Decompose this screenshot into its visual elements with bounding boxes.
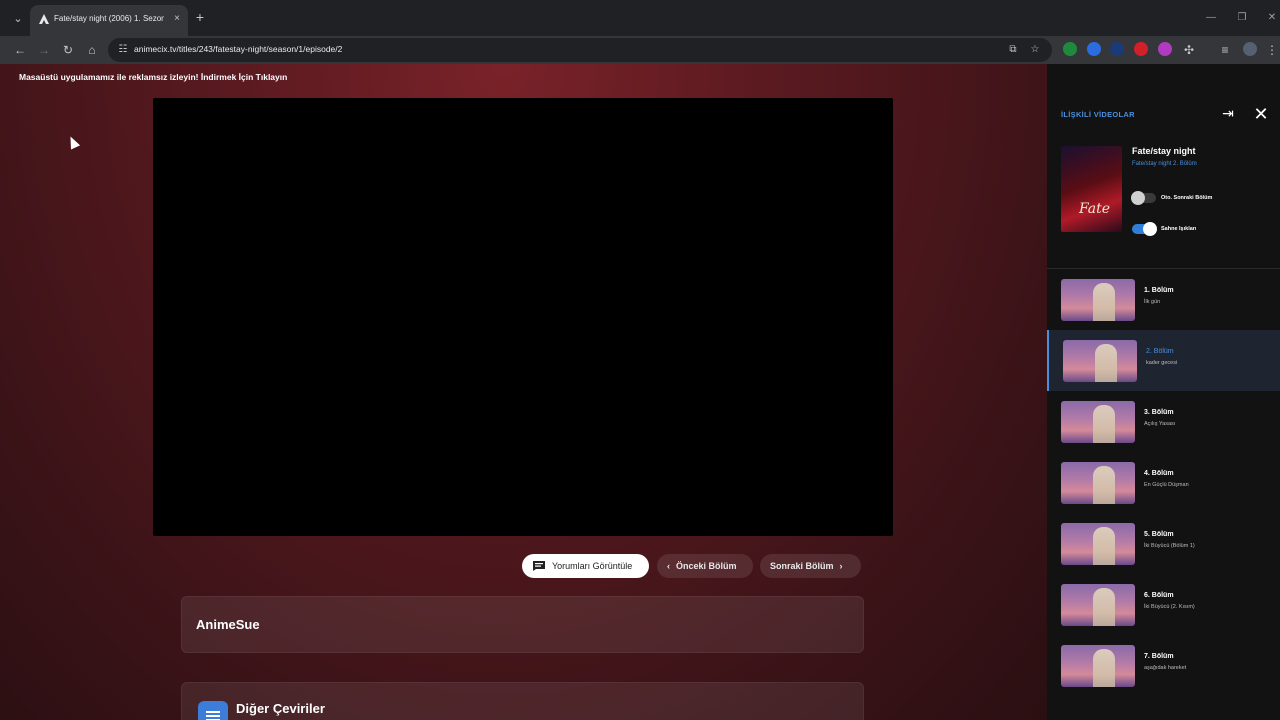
translations-icon	[198, 701, 228, 720]
fansub-card[interactable]: AnimeSue	[181, 596, 864, 653]
extension-icon[interactable]	[1063, 42, 1077, 56]
browser-tabbar: ⌄ Fate/stay night (2006) 1. Sezon × + — …	[0, 0, 1280, 36]
home-icon[interactable]: ⌂	[82, 40, 102, 60]
install-app-icon[interactable]: ⧉	[1006, 43, 1020, 57]
episode-thumbnail	[1061, 279, 1135, 321]
episode-subtitle: İlk gün	[1144, 299, 1161, 305]
episode-thumbnail	[1061, 645, 1135, 687]
poster-logo-text: Fate	[1079, 201, 1111, 217]
restore-icon[interactable]: ❐	[1234, 10, 1250, 26]
show-poster: Fate	[1061, 146, 1122, 232]
episode-thumbnail	[1061, 523, 1135, 565]
profile-avatar[interactable]	[1243, 42, 1257, 56]
episode-thumbnail	[1061, 462, 1135, 504]
other-translations-title: Diğer Çeviriler	[236, 701, 325, 716]
episode-subtitle: Açılış Yasası	[1144, 421, 1176, 427]
episode-item[interactable]: 7. Bölüm aşağıdak hareket	[1047, 635, 1280, 696]
scene-lights-toggle[interactable]	[1132, 222, 1157, 236]
episode-title: 6. Bölüm	[1144, 592, 1174, 599]
url-text: animecix.tv/titles/243/fatestay-night/se…	[134, 44, 343, 54]
next-episode-button[interactable]: Sonraki Bölüm ›	[760, 554, 861, 578]
episode-title: 5. Bölüm	[1144, 531, 1174, 538]
browser-tab[interactable]: Fate/stay night (2006) 1. Sezon ×	[30, 5, 188, 36]
chevron-left-icon: ‹	[667, 561, 670, 571]
episode-thumbnail	[1061, 401, 1135, 443]
extensions-puzzle-icon[interactable]: ✣	[1179, 40, 1199, 60]
menu-icon[interactable]: ⋮	[1262, 40, 1280, 60]
toggle-knob	[1131, 191, 1145, 205]
episode-subtitle: kader gecesi	[1146, 360, 1178, 366]
extension-icon[interactable]	[1134, 42, 1148, 56]
other-translations-card[interactable]: Diğer Çeviriler	[181, 682, 864, 720]
address-bar[interactable]: ☷ animecix.tv/titles/243/fatestay-night/…	[108, 38, 1052, 62]
episode-item[interactable]: 6. Bölüm İki Büyücü (2. Kısım)	[1047, 574, 1280, 635]
chevron-right-icon: ›	[839, 561, 843, 571]
desktop-app-promo-link[interactable]: Masaüstü uygulamamız ile reklamsız izley…	[19, 72, 287, 82]
episode-subtitle: İki Büyücü (2. Kısım)	[1144, 604, 1195, 610]
view-comments-button[interactable]: Yorumları Görüntüle	[522, 554, 649, 578]
extension-icon[interactable]	[1110, 42, 1124, 56]
view-comments-label: Yorumları Görüntüle	[552, 561, 633, 571]
forward-icon[interactable]: →	[34, 40, 54, 60]
autoplay-next-label: Oto. Sonraki Bölüm	[1161, 195, 1213, 201]
show-subtitle: Fate/stay night 2. Bölüm	[1132, 161, 1197, 167]
episode-title: 3. Bölüm	[1144, 409, 1174, 416]
episode-subtitle: İki Büyücü (Bölüm 1)	[1144, 543, 1195, 549]
episode-title: 4. Bölüm	[1144, 470, 1174, 477]
site-settings-icon[interactable]: ☷	[116, 43, 130, 57]
autoplay-next-toggle[interactable]	[1131, 191, 1156, 205]
video-player[interactable]	[153, 98, 893, 536]
back-icon[interactable]: ←	[10, 40, 30, 60]
episode-item[interactable]: 1. Bölüm İlk gün	[1047, 269, 1280, 330]
tab-close-icon[interactable]: ×	[170, 12, 184, 26]
tab-title: Fate/stay night (2006) 1. Sezon	[54, 14, 164, 23]
close-sidebar-icon[interactable]: ✕	[1251, 104, 1271, 124]
bookmark-star-icon[interactable]: ☆	[1028, 43, 1042, 57]
scene-lights-label: Sahne Işıkları	[1161, 226, 1197, 232]
episode-item[interactable]: 3. Bölüm Açılış Yasası	[1047, 391, 1280, 452]
new-tab-button[interactable]: +	[192, 9, 208, 25]
episode-item[interactable]: 4. Bölüm En Güçlü Düşman	[1047, 452, 1280, 513]
episode-title: 1. Bölüm	[1144, 287, 1174, 294]
episode-item[interactable]: 5. Bölüm İki Büyücü (Bölüm 1)	[1047, 513, 1280, 574]
sidebar-header: İLİŞKİLİ VİDEOLAR	[1061, 110, 1135, 119]
browser-toolbar: ← → ↻ ⌂ ☷ animecix.tv/titles/243/fatesta…	[0, 36, 1280, 64]
comment-icon	[533, 561, 545, 571]
show-title: Fate/stay night	[1132, 146, 1196, 156]
window-close-icon[interactable]: ✕	[1264, 10, 1280, 26]
episode-thumbnail	[1063, 340, 1137, 382]
episode-subtitle: aşağıdak hareket	[1144, 665, 1187, 671]
episode-item-active[interactable]: 2. Bölüm kader gecesi	[1047, 330, 1280, 391]
episode-subtitle: En Güçlü Düşman	[1144, 482, 1189, 488]
tab-search-icon[interactable]: ⌄	[8, 8, 28, 28]
minimize-icon[interactable]: —	[1203, 10, 1219, 26]
mouse-cursor-icon	[65, 134, 81, 150]
next-episode-label: Sonraki Bölüm	[770, 561, 834, 571]
media-control-icon[interactable]: ≡	[1215, 40, 1235, 60]
episode-thumbnail	[1061, 584, 1135, 626]
related-videos-sidebar: İLİŞKİLİ VİDEOLAR ⇥ ✕ Fate Fate/stay nig…	[1047, 64, 1280, 720]
reload-icon[interactable]: ↻	[58, 40, 78, 60]
fansub-name: AnimeSue	[196, 617, 260, 632]
collapse-sidebar-icon[interactable]: ⇥	[1219, 104, 1237, 122]
page-content: Masaüstü uygulamamız ile reklamsız izley…	[0, 64, 1047, 720]
extension-icon[interactable]	[1158, 42, 1172, 56]
previous-episode-button[interactable]: ‹ Önceki Bölüm	[657, 554, 753, 578]
site-favicon-icon	[39, 14, 49, 24]
toggle-knob	[1143, 222, 1157, 236]
episode-title: 7. Bölüm	[1144, 653, 1174, 660]
extension-icon[interactable]	[1087, 42, 1101, 56]
previous-episode-label: Önceki Bölüm	[676, 561, 737, 571]
episode-title: 2. Bölüm	[1146, 348, 1174, 355]
